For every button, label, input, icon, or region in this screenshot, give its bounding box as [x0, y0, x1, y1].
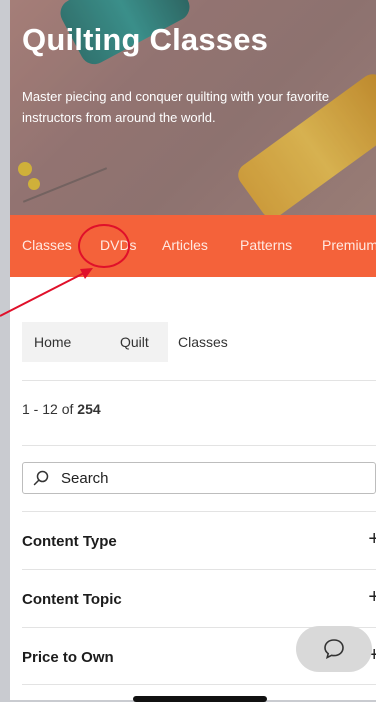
expand-plus-icon[interactable]: + — [368, 528, 376, 551]
hero-banner: Quilting Classes Master piecing and conq… — [10, 0, 376, 215]
filter-content-type[interactable]: Content Type + — [22, 512, 376, 570]
annotation-circle — [78, 224, 130, 268]
filter-label: Price to Own — [22, 649, 114, 666]
tab-articles[interactable]: Articles — [162, 237, 208, 253]
breadcrumb-quilt[interactable]: Quilt — [100, 322, 168, 362]
breadcrumb: Home Quilt Classes — [22, 322, 372, 362]
breadcrumb-current: Classes — [178, 334, 228, 350]
chat-button[interactable] — [296, 626, 372, 672]
results-of: of — [61, 401, 74, 417]
divider — [22, 445, 376, 446]
results-count: 1 - 12 of 254 — [22, 401, 101, 417]
chat-bubble-icon — [324, 639, 344, 659]
category-tab-bar: Classes DVDs Articles Patterns Premium — [10, 215, 376, 277]
tab-premium[interactable]: Premium — [322, 237, 376, 253]
expand-plus-icon[interactable]: + — [368, 586, 376, 609]
breadcrumb-home[interactable]: Home — [22, 322, 100, 362]
search-box[interactable]: Search — [22, 462, 376, 494]
filter-label: Content Topic — [22, 591, 122, 608]
page-title: Quilting Classes — [22, 22, 269, 57]
divider — [22, 380, 376, 381]
results-range: 1 - 12 — [22, 401, 58, 417]
results-total: 254 — [77, 401, 101, 417]
hero-subtitle: Master piecing and conquer quilting with… — [22, 89, 330, 125]
page: Quilting Classes Master piecing and conq… — [10, 0, 376, 700]
tab-patterns[interactable]: Patterns — [240, 237, 292, 253]
search-icon — [33, 470, 49, 486]
search-label: Search — [61, 470, 109, 487]
divider — [22, 684, 376, 685]
filter-content-topic[interactable]: Content Topic + — [22, 570, 376, 628]
tab-classes[interactable]: Classes — [22, 237, 72, 253]
home-indicator — [133, 696, 267, 702]
filter-label: Content Type — [22, 533, 117, 550]
